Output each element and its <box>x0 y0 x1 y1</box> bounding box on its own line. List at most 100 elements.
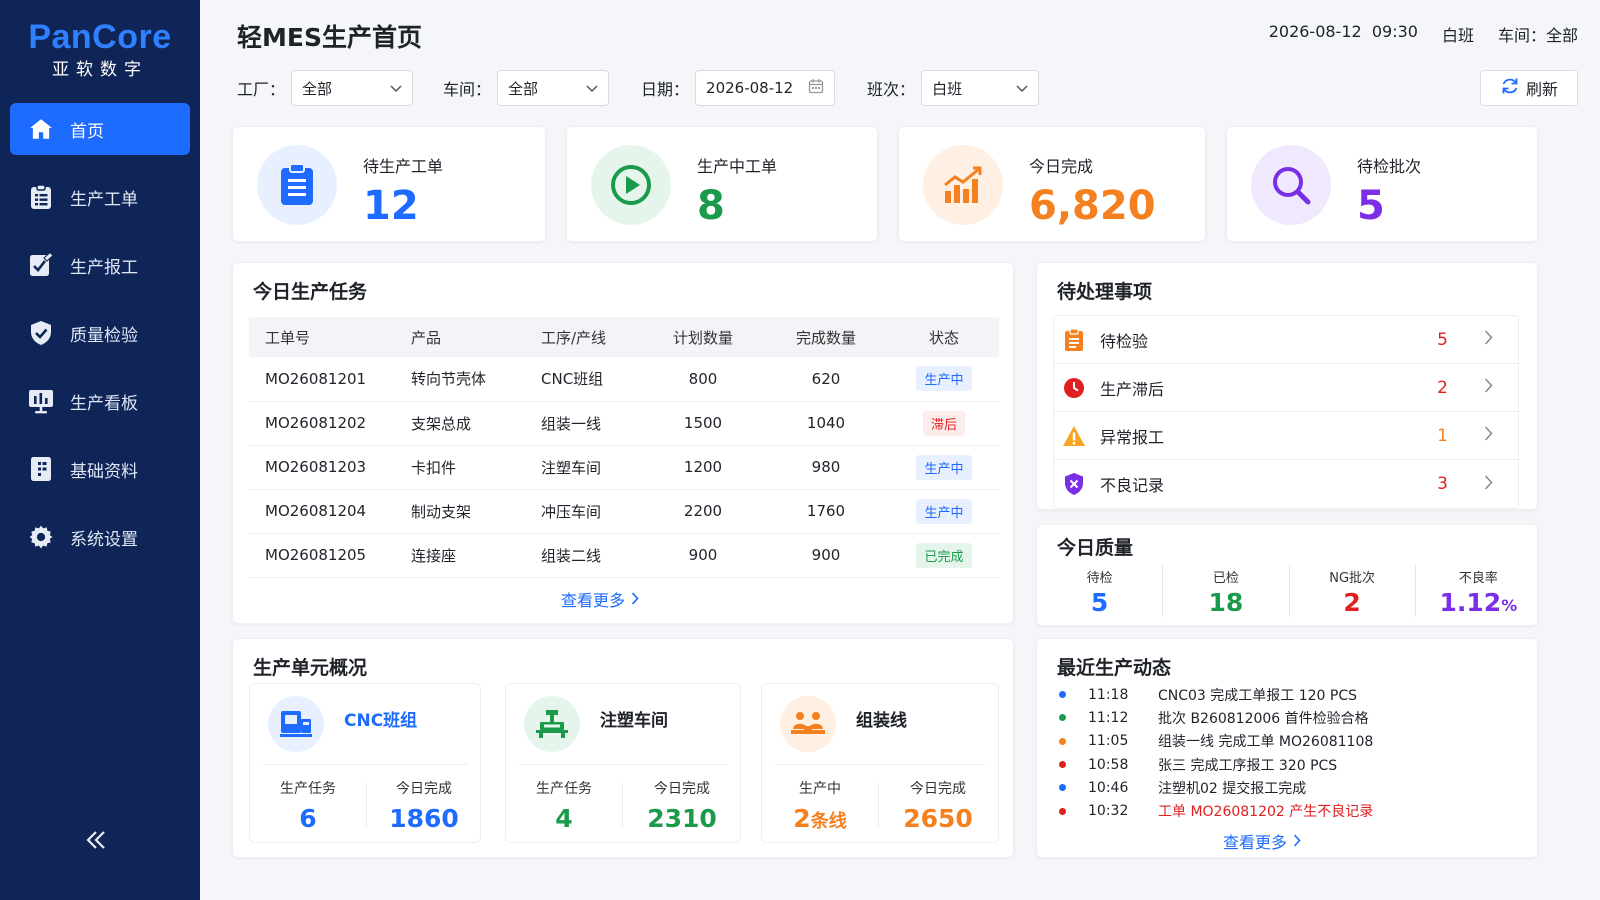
quality-stat-value-wrap: 1.12% <box>1416 588 1541 617</box>
stat-card-pending-orders[interactable]: 待生产工单 12 <box>232 126 546 242</box>
status-dot <box>1059 691 1066 699</box>
factory-select[interactable]: 全部 <box>291 70 414 106</box>
sidebar-item-label: 系统设置 <box>70 529 138 550</box>
quality-stat-value: 1.12 <box>1439 588 1502 617</box>
activity-view-more-link[interactable]: 查看更多 <box>1223 829 1301 853</box>
stat-card-today-done[interactable]: 今日完成 6,820 <box>898 126 1206 242</box>
activity-item[interactable]: 10:46 注塑机02 提交报工完成 <box>1057 776 1527 799</box>
status-badge: 生产中 <box>916 498 972 524</box>
sidebar-item-board[interactable]: 生产看板 <box>10 375 190 427</box>
column-header: 计划数量 <box>643 317 763 357</box>
sidebar-item-label: 质量检验 <box>70 325 138 346</box>
activity-text: 工单 MO26081202 产生不良记录 <box>1158 804 1374 821</box>
stat-label: 生产中工单 <box>697 157 778 176</box>
stat-value: 6,820 <box>1029 183 1156 229</box>
bar-chart-icon <box>923 145 1003 225</box>
sidebar-nav: 首页 生产工单 生产报工 质量检验 生产看板 基础资料 系统设置 <box>10 103 190 579</box>
stat-card-pending-inspection[interactable]: 待检批次 5 <box>1226 126 1538 242</box>
sidebar-item-orders[interactable]: 生产工单 <box>10 171 190 223</box>
quality-stat-ng[interactable]: NG批次 2 <box>1290 565 1416 617</box>
shift-select[interactable]: 白班 <box>921 70 1040 106</box>
unit-stat-value: 2310 <box>647 804 717 833</box>
done-qty: 980 <box>763 445 889 490</box>
quality-stat-defect-rate[interactable]: 不良率 1.12% <box>1416 565 1541 617</box>
view-more-label: 查看更多 <box>1223 833 1288 852</box>
home-icon <box>28 116 54 142</box>
chevron-down-icon <box>1016 79 1028 97</box>
unit-card-injection[interactable]: 注塑车间 生产任务 4 今日完成 2310 <box>505 683 741 843</box>
main-area: 轻MES生产首页 2026-08-12 09:30 白班 车间：全部 工厂： 全… <box>200 0 1600 900</box>
unit-stat-label: 今日完成 <box>654 781 710 797</box>
product: 卡扣件 <box>395 445 525 490</box>
collapse-sidebar-icon[interactable] <box>82 826 110 854</box>
shield-x-icon <box>1062 472 1086 496</box>
table-row[interactable]: MO26081204 制动支架 冲压车间 2200 1760 生产中 <box>249 489 999 534</box>
table-row[interactable]: MO26081203 卡扣件 注塑车间 1200 980 生产中 <box>249 445 999 490</box>
table-row[interactable]: MO26081202 支架总成 组装一线 1500 1040 滞后 <box>249 401 999 446</box>
activity-item[interactable]: 11:18 CNC03 完成工单报工 120 PCS <box>1057 683 1527 706</box>
unit-card-cnc[interactable]: CNC班组 生产任务 6 今日完成 1860 <box>249 683 481 843</box>
chevron-right-icon <box>1293 832 1301 851</box>
unit-stat-tasks: 生产任务 4 <box>506 778 622 833</box>
workshop-select[interactable]: 全部 <box>497 70 610 106</box>
clipboard-icon <box>257 145 337 225</box>
activity-time: 11:05 <box>1088 733 1129 750</box>
table-row[interactable]: MO26081201 转向节壳体 CNC班组 800 620 生产中 <box>249 357 999 402</box>
panel-title: 最近生产动态 <box>1057 657 1172 679</box>
column-header: 工序/产线 <box>525 317 643 357</box>
quality-stat-pending[interactable]: 待检 5 <box>1037 565 1164 617</box>
unit-card-assembly[interactable]: 组装线 生产中 2条线 今日完成 2650 <box>761 683 999 843</box>
table-header-row: 工单号 产品 工序/产线 计划数量 完成数量 状态 <box>249 317 999 357</box>
quality-stat-checked[interactable]: 已检 18 <box>1163 565 1290 617</box>
column-header: 状态 <box>889 317 999 357</box>
stat-value: 8 <box>697 183 725 229</box>
refresh-button[interactable]: 刷新 <box>1480 70 1578 106</box>
process-line: 注塑车间 <box>525 445 643 490</box>
pending-item-defect[interactable]: 不良记录 3 <box>1054 460 1518 508</box>
process-line: 组装一线 <box>525 401 643 446</box>
sidebar-item-report[interactable]: 生产报工 <box>10 239 190 291</box>
unit-stat-running: 生产中 2条线 <box>762 778 878 833</box>
pending-item-label: 异常报工 <box>1100 427 1165 447</box>
clock-red-icon <box>1062 376 1086 400</box>
done-qty: 1040 <box>763 401 889 446</box>
pending-item-inspect[interactable]: 待检验 5 <box>1054 316 1518 364</box>
activity-text: 批次 B260812006 首件检验合格 <box>1158 710 1369 727</box>
sidebar-item-base[interactable]: 基础资料 <box>10 443 190 495</box>
stat-card-in-production[interactable]: 生产中工单 8 <box>566 126 878 242</box>
plan-qty: 1500 <box>643 401 763 446</box>
header-info: 2026-08-12 09:30 白班 车间：全部 <box>1269 22 1578 46</box>
order-id: MO26081202 <box>249 401 395 446</box>
activity-text: CNC03 完成工单报工 120 PCS <box>1158 687 1358 704</box>
sidebar-item-quality[interactable]: 质量检验 <box>10 307 190 359</box>
calendar-icon <box>808 78 824 98</box>
tasks-view-more-link[interactable]: 查看更多 <box>561 587 639 611</box>
status-badge: 已完成 <box>916 542 972 568</box>
pending-item-abnormal[interactable]: 异常报工 1 <box>1054 412 1518 460</box>
sidebar-item-label: 首页 <box>70 121 104 142</box>
activity-item[interactable]: 10:32 工单 MO26081202 产生不良记录 <box>1057 799 1527 822</box>
panel-title: 生产单元概况 <box>253 657 368 679</box>
plan-qty: 900 <box>643 533 763 578</box>
sidebar-item-label: 生产工单 <box>70 189 138 210</box>
product: 支架总成 <box>395 401 525 446</box>
pending-item-count: 5 <box>1437 329 1448 350</box>
date-picker[interactable]: 2026-08-12 <box>695 70 836 106</box>
sidebar-item-settings[interactable]: 系统设置 <box>10 511 190 563</box>
activity-time: 10:58 <box>1088 756 1129 773</box>
unit-stat-value: 2 <box>793 804 811 833</box>
unit-divider <box>774 764 986 765</box>
activity-item[interactable]: 11:12 批次 B260812006 首件检验合格 <box>1057 706 1527 729</box>
table-row[interactable]: MO26081205 连接座 组装二线 900 900 已完成 <box>249 533 999 578</box>
sidebar-item-home[interactable]: 首页 <box>10 103 190 155</box>
sidebar-item-label: 生产报工 <box>70 257 138 278</box>
pending-item-delayed[interactable]: 生产滞后 2 <box>1054 364 1518 412</box>
unit-stat-value: 2650 <box>903 804 973 833</box>
unit-vdivider <box>622 782 623 828</box>
activity-text: 注塑机02 提交报工完成 <box>1158 780 1307 797</box>
brand-logo[interactable]: PanCore 亚软数字 <box>20 18 180 80</box>
current-workshop: 车间：全部 <box>1497 26 1578 45</box>
activity-item[interactable]: 11:05 组装一线 完成工单 MO26081108 <box>1057 730 1527 753</box>
quality-stat-label: NG批次 <box>1329 571 1376 586</box>
activity-item[interactable]: 10:58 张三 完成工序报工 320 PCS <box>1057 753 1527 776</box>
